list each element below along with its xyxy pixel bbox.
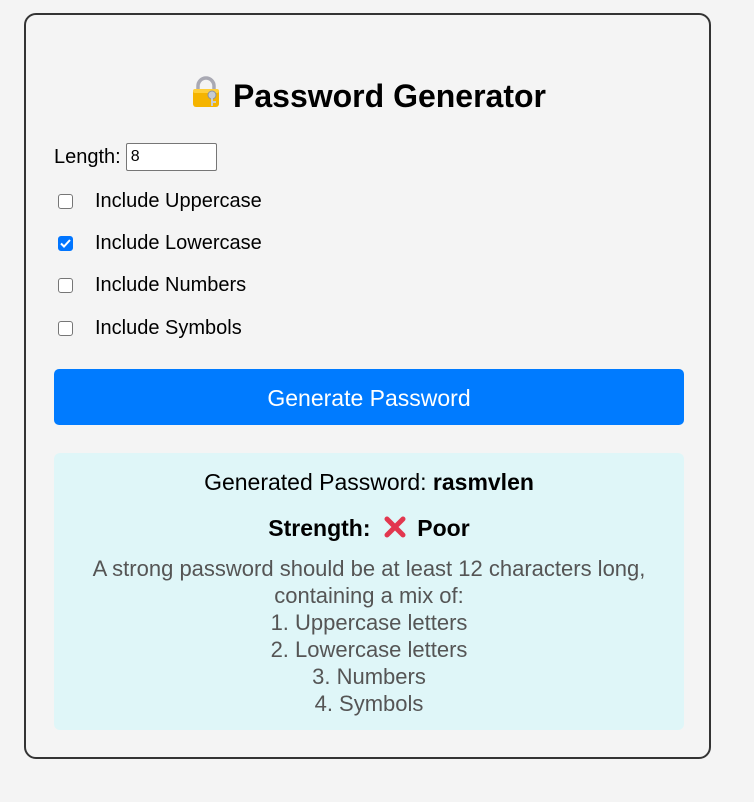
strength-advice: A strong password should be at least 12 …: [54, 555, 684, 717]
option-label: Include Symbols: [95, 317, 242, 339]
lock-with-key-icon: [189, 75, 223, 120]
checkbox-numbers[interactable]: [58, 277, 73, 293]
option-uppercase[interactable]: Include Uppercase: [58, 187, 262, 215]
option-lowercase[interactable]: Include Lowercase: [58, 229, 262, 257]
length-input[interactable]: [125, 143, 217, 171]
advice-item: 1. Uppercase letters: [270, 610, 468, 635]
strength-value: Poor: [417, 515, 470, 541]
checkbox-symbols[interactable]: [58, 320, 73, 336]
option-label: Include Uppercase: [95, 190, 262, 212]
page-title: Password Generator: [26, 75, 709, 120]
cross-mark-icon: [383, 515, 407, 546]
strength-label: Strength:: [268, 515, 371, 541]
length-label: Length:: [54, 146, 121, 168]
option-symbols[interactable]: Include Symbols: [58, 314, 242, 342]
generate-password-button[interactable]: Generate Password: [54, 369, 684, 425]
advice-intro: A strong password should be at least 12 …: [92, 556, 646, 608]
length-row: Length:: [54, 143, 217, 171]
checkbox-lowercase[interactable]: [58, 235, 73, 251]
generated-password-label: Generated Password:: [204, 469, 427, 495]
advice-item: 3. Numbers: [312, 664, 426, 689]
result-panel: Generated Password: rasmvlen Strength: P…: [54, 453, 684, 730]
option-numbers[interactable]: Include Numbers: [58, 271, 246, 299]
strength-line: Strength: Poor: [54, 513, 684, 546]
page-title-text: Password Generator: [233, 78, 546, 114]
checkbox-uppercase[interactable]: [58, 193, 73, 209]
option-label: Include Lowercase: [95, 232, 262, 254]
password-generator-card: Password Generator Length: Include Upper…: [24, 13, 711, 759]
advice-item: 2. Lowercase letters: [270, 637, 468, 662]
advice-item: 4. Symbols: [314, 691, 424, 716]
option-label: Include Numbers: [95, 274, 247, 296]
generated-password-value: rasmvlen: [432, 469, 534, 495]
generated-password-line: Generated Password: rasmvlen: [54, 467, 684, 497]
